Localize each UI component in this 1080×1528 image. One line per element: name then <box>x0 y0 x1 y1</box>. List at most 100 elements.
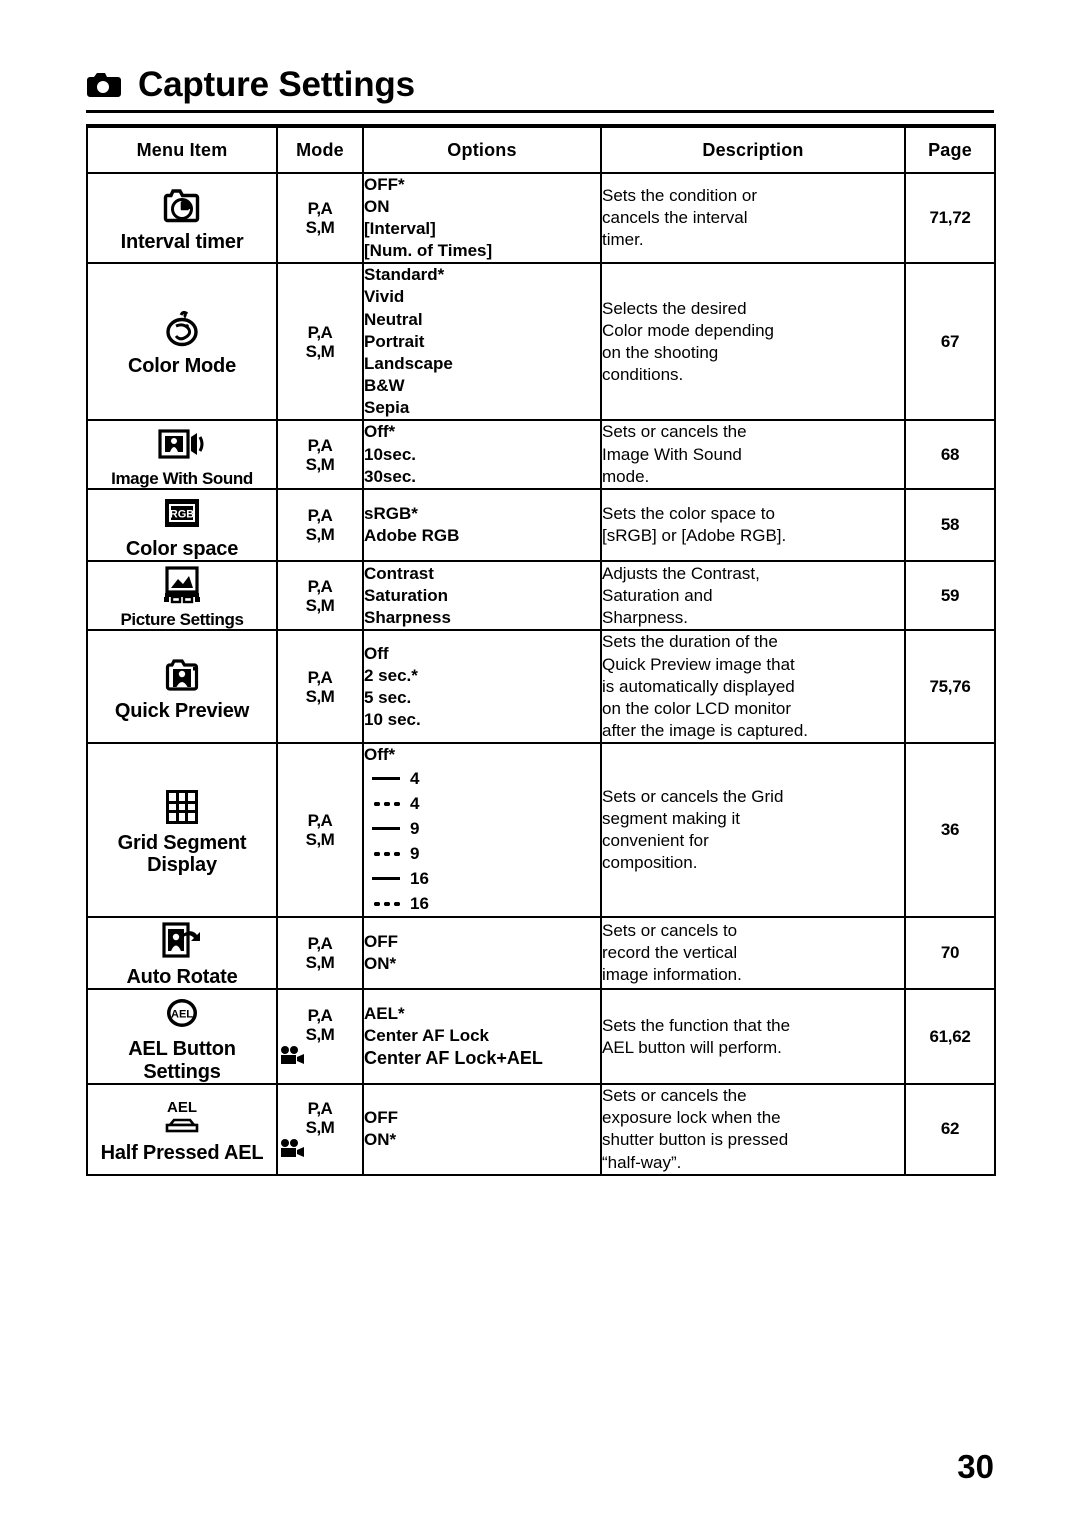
option-item: Sepia <box>364 397 410 417</box>
description-line: Sets the color space to <box>602 504 775 524</box>
description-line: Sets or cancels to <box>602 921 738 941</box>
mode-line: S,M <box>305 686 335 706</box>
menu-item-label: Color Mode <box>128 354 236 377</box>
dotted-line-icon <box>372 851 400 856</box>
option-item: 10 sec. <box>364 709 421 729</box>
option-item: 16 <box>364 866 600 891</box>
page-reference-cell: 71,72 <box>904 171 996 265</box>
table-row: Grid Segment Display P,A S,M Off* 4 4 9 … <box>86 741 996 919</box>
solid-line-icon <box>372 827 400 831</box>
options-cell: Standard* Vivid Neutral Portrait Landsca… <box>362 262 602 422</box>
option-value: 4 <box>410 793 420 813</box>
options-cell: AEL* Center AF Lock Center AF Lock+AEL <box>362 988 602 1086</box>
description-line: on the shooting <box>602 342 719 362</box>
page-reference-cell: 67 <box>904 262 996 422</box>
camera-icon <box>86 71 122 98</box>
half-pressed-ael-icon: AEL <box>88 1094 276 1140</box>
menu-item-cell: RGB Color space <box>86 488 278 563</box>
solid-line-icon <box>372 877 400 881</box>
option-item: 4 <box>364 766 600 791</box>
option-item: [Num. of Times] <box>364 241 493 261</box>
description-line: mode. <box>602 466 650 486</box>
options-cell: Off 2 sec.* 5 sec. 10 sec. <box>362 629 602 744</box>
menu-item-cell: Picture Settings <box>86 560 278 632</box>
menu-item-label: Picture Settings <box>120 610 244 630</box>
options-cell: OFF ON* <box>362 916 602 991</box>
menu-item-label: Grid Segment Display <box>117 831 247 876</box>
options-cell: Contrast Saturation Sharpness <box>362 560 602 632</box>
mode-cell: P,A S,M <box>276 988 364 1086</box>
mode-line: S,M <box>305 595 335 615</box>
description-cell: Adjusts the Contrast, Saturation and Sha… <box>600 560 906 632</box>
description-line: Adjusts the Contrast, <box>602 563 760 583</box>
option-item: ON* <box>364 954 397 974</box>
description-line: Color mode depending <box>602 320 775 340</box>
menu-item-cell: Grid Segment Display <box>86 741 278 919</box>
option-item: Center AF Lock+AEL <box>364 1048 543 1069</box>
mode-line: P,A <box>307 576 333 596</box>
options-cell: OFF ON* <box>362 1083 602 1176</box>
option-value: 16 <box>410 893 429 913</box>
option-item: Contrast <box>364 563 434 583</box>
mode-line: S,M <box>305 1025 335 1045</box>
movie-mode-icon <box>278 1045 362 1067</box>
option-item: AEL* <box>364 1004 405 1024</box>
page-reference-cell: 36 <box>904 741 996 919</box>
option-item: 9 <box>364 841 600 866</box>
option-item: 9 <box>364 816 600 841</box>
mode-cell: P,A S,M <box>276 1083 364 1176</box>
menu-item-cell: Color Mode <box>86 262 278 422</box>
mode-line: S,M <box>305 454 335 474</box>
mode-line: P,A <box>307 506 333 526</box>
menu-item-label: AEL Button Settings <box>128 1038 236 1083</box>
description-line: Quick Preview image that <box>602 654 795 674</box>
menu-item-label: Quick Preview <box>114 699 250 722</box>
description-cell: Sets the condition or cancels the interv… <box>600 171 906 265</box>
description-line: Sets or cancels the <box>602 422 747 442</box>
manual-page: Capture Settings Menu Item Mode Options … <box>0 0 1080 1528</box>
option-item: ON* <box>364 1130 397 1150</box>
table-row: Color Mode P,A S,M Standard* Vivid Neutr… <box>86 262 996 422</box>
menu-item-cell: Image With Sound <box>86 419 278 491</box>
option-item: [Interval] <box>364 219 436 239</box>
description-line: Sharpness. <box>602 608 688 628</box>
mode-line: P,A <box>307 435 333 455</box>
option-value: 9 <box>410 843 420 863</box>
option-item: sRGB* <box>364 504 418 524</box>
capture-settings-table: Menu Item Mode Options Description Page <box>86 124 996 1176</box>
option-item: Landscape <box>364 353 453 373</box>
page-reference-cell: 68 <box>904 419 996 491</box>
page-reference-cell: 59 <box>904 560 996 632</box>
rgb-color-space-icon: RGB <box>88 490 276 536</box>
description-line: [sRGB] or [Adobe RGB]. <box>602 526 787 546</box>
option-item: Center AF Lock <box>364 1026 490 1046</box>
mode-cell: P,A S,M <box>276 171 364 265</box>
mode-line: S,M <box>305 341 335 361</box>
option-item: 16 <box>364 891 600 916</box>
description-line: after the image is captured. <box>602 720 809 740</box>
page-title-row: Capture Settings <box>86 58 994 110</box>
description-cell: Sets or cancels the Grid segment making … <box>600 741 906 919</box>
table-row: Quick Preview P,A S,M Off 2 sec.* 5 sec.… <box>86 629 996 744</box>
table-row: Picture Settings P,A S,M Contrast Satura… <box>86 560 996 632</box>
option-item: 5 sec. <box>364 687 412 707</box>
mode-cell: P,A S,M <box>276 741 364 919</box>
description-cell: Sets or cancels the exposure lock when t… <box>600 1083 906 1176</box>
description-line: conditions. <box>602 364 684 384</box>
mode-line: P,A <box>307 199 333 219</box>
quick-preview-icon <box>88 652 276 698</box>
description-line: shutter button is pressed <box>602 1130 789 1150</box>
options-cell: OFF* ON [Interval] [Num. of Times] <box>362 171 602 265</box>
option-item: Neutral <box>364 309 423 329</box>
mode-cell: P,A S,M <box>276 419 364 491</box>
option-item: 10sec. <box>364 444 416 464</box>
mode-line: P,A <box>307 810 333 830</box>
mode-line: S,M <box>305 1117 335 1137</box>
column-header-menu-item: Menu Item <box>86 124 278 174</box>
color-mode-icon <box>88 307 276 353</box>
footer-page-number: 30 <box>957 1448 994 1485</box>
picture-settings-icon <box>88 562 276 608</box>
option-item: Adobe RGB <box>364 526 460 546</box>
mode-line: S,M <box>305 953 335 973</box>
description-line: on the color LCD monitor <box>602 698 791 718</box>
